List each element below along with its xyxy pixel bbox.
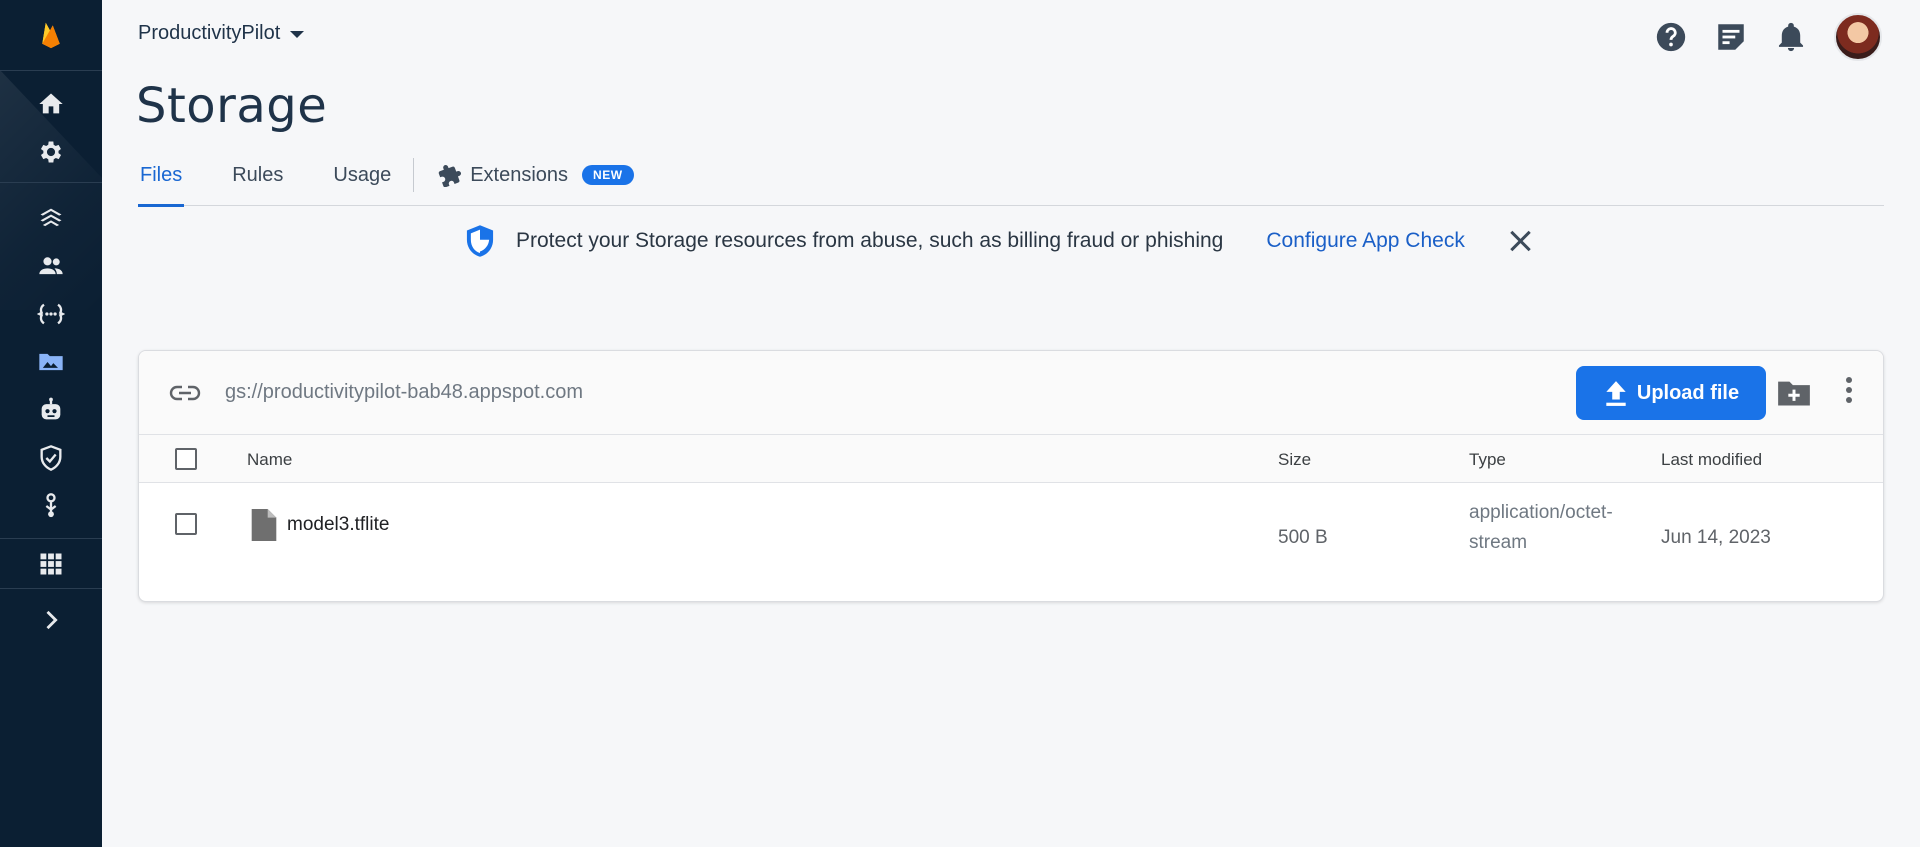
more-options-icon[interactable] — [1844, 377, 1854, 407]
functions-icon[interactable] — [0, 292, 102, 336]
upload-file-button[interactable]: Upload file — [1576, 366, 1766, 420]
row-checkbox[interactable] — [175, 513, 197, 535]
column-header-name[interactable]: Name — [247, 450, 292, 470]
files-card: gs://productivitypilot-bab48.appspot.com… — [138, 350, 1884, 602]
hosting-icon[interactable] — [0, 196, 102, 240]
rail-divider — [0, 588, 102, 589]
chevron-down-icon — [290, 31, 305, 38]
select-all-checkbox[interactable] — [175, 448, 197, 470]
banner-message: Protect your Storage resources from abus… — [516, 229, 1224, 252]
home-icon[interactable] — [0, 82, 102, 126]
column-header-type[interactable]: Type — [1469, 450, 1506, 470]
project-name: ProductivityPilot — [138, 22, 281, 44]
new-folder-icon[interactable] — [1777, 379, 1811, 407]
upload-file-label: Upload file — [1636, 381, 1740, 404]
file-size: 500 B — [1278, 527, 1328, 548]
left-nav-rail — [0, 0, 102, 847]
table-row[interactable]: model3.tflite 500 B application/octet-st… — [139, 483, 1883, 601]
page-title: Storage — [136, 78, 328, 134]
notifications-icon[interactable] — [1774, 20, 1808, 54]
column-header-last-modified[interactable]: Last modified — [1661, 450, 1762, 470]
tab-files[interactable]: Files — [138, 158, 185, 207]
file-last-modified: Jun 14, 2023 — [1661, 527, 1771, 548]
firebase-logo[interactable] — [0, 12, 102, 58]
file-name: model3.tflite — [287, 514, 390, 535]
file-name-cell[interactable]: model3.tflite — [251, 509, 389, 541]
authentication-icon[interactable] — [0, 244, 102, 288]
bucket-path[interactable]: gs://productivitypilot-bab48.appspot.com — [225, 381, 583, 404]
bucket-toolbar: gs://productivitypilot-bab48.appspot.com… — [139, 351, 1883, 435]
help-icon[interactable] — [1654, 20, 1688, 54]
tab-bar: Files Rules Usage Extensions NEW — [138, 158, 1884, 207]
settings-icon[interactable] — [0, 130, 102, 174]
tab-extensions-label: Extensions — [470, 164, 569, 186]
upload-icon — [1606, 381, 1626, 406]
tab-divider — [413, 158, 415, 192]
extension-puzzle-icon — [438, 165, 462, 187]
release-notes-icon[interactable] — [1714, 20, 1748, 54]
storage-icon[interactable] — [0, 340, 102, 384]
table-header: Name Size Type Last modified — [139, 435, 1883, 483]
file-icon — [251, 509, 277, 541]
app-check-banner: Protect your Storage resources from abus… — [464, 224, 1535, 258]
column-header-size[interactable]: Size — [1278, 450, 1311, 470]
avatar[interactable] — [1834, 13, 1882, 61]
close-icon[interactable] — [1505, 226, 1535, 256]
top-actions — [1654, 13, 1882, 61]
tab-extensions[interactable]: Extensions NEW — [436, 158, 635, 206]
expand-icon[interactable] — [0, 598, 102, 642]
configure-app-check-link[interactable]: Configure App Check — [1266, 229, 1464, 253]
project-selector[interactable]: ProductivityPilot — [138, 22, 305, 45]
rail-divider — [0, 70, 102, 71]
rail-divider — [0, 182, 102, 183]
new-badge: NEW — [582, 165, 634, 185]
tab-rules[interactable]: Rules — [230, 158, 285, 206]
tab-usage[interactable]: Usage — [331, 158, 393, 206]
file-type: application/octet-stream — [1469, 502, 1613, 553]
link-icon[interactable] — [169, 379, 201, 407]
app-check-icon[interactable] — [0, 436, 102, 480]
extensions-icon[interactable] — [0, 484, 102, 528]
all-products-icon[interactable] — [0, 542, 102, 586]
ml-icon[interactable] — [0, 388, 102, 432]
rail-divider — [0, 538, 102, 539]
shield-icon — [464, 224, 496, 258]
